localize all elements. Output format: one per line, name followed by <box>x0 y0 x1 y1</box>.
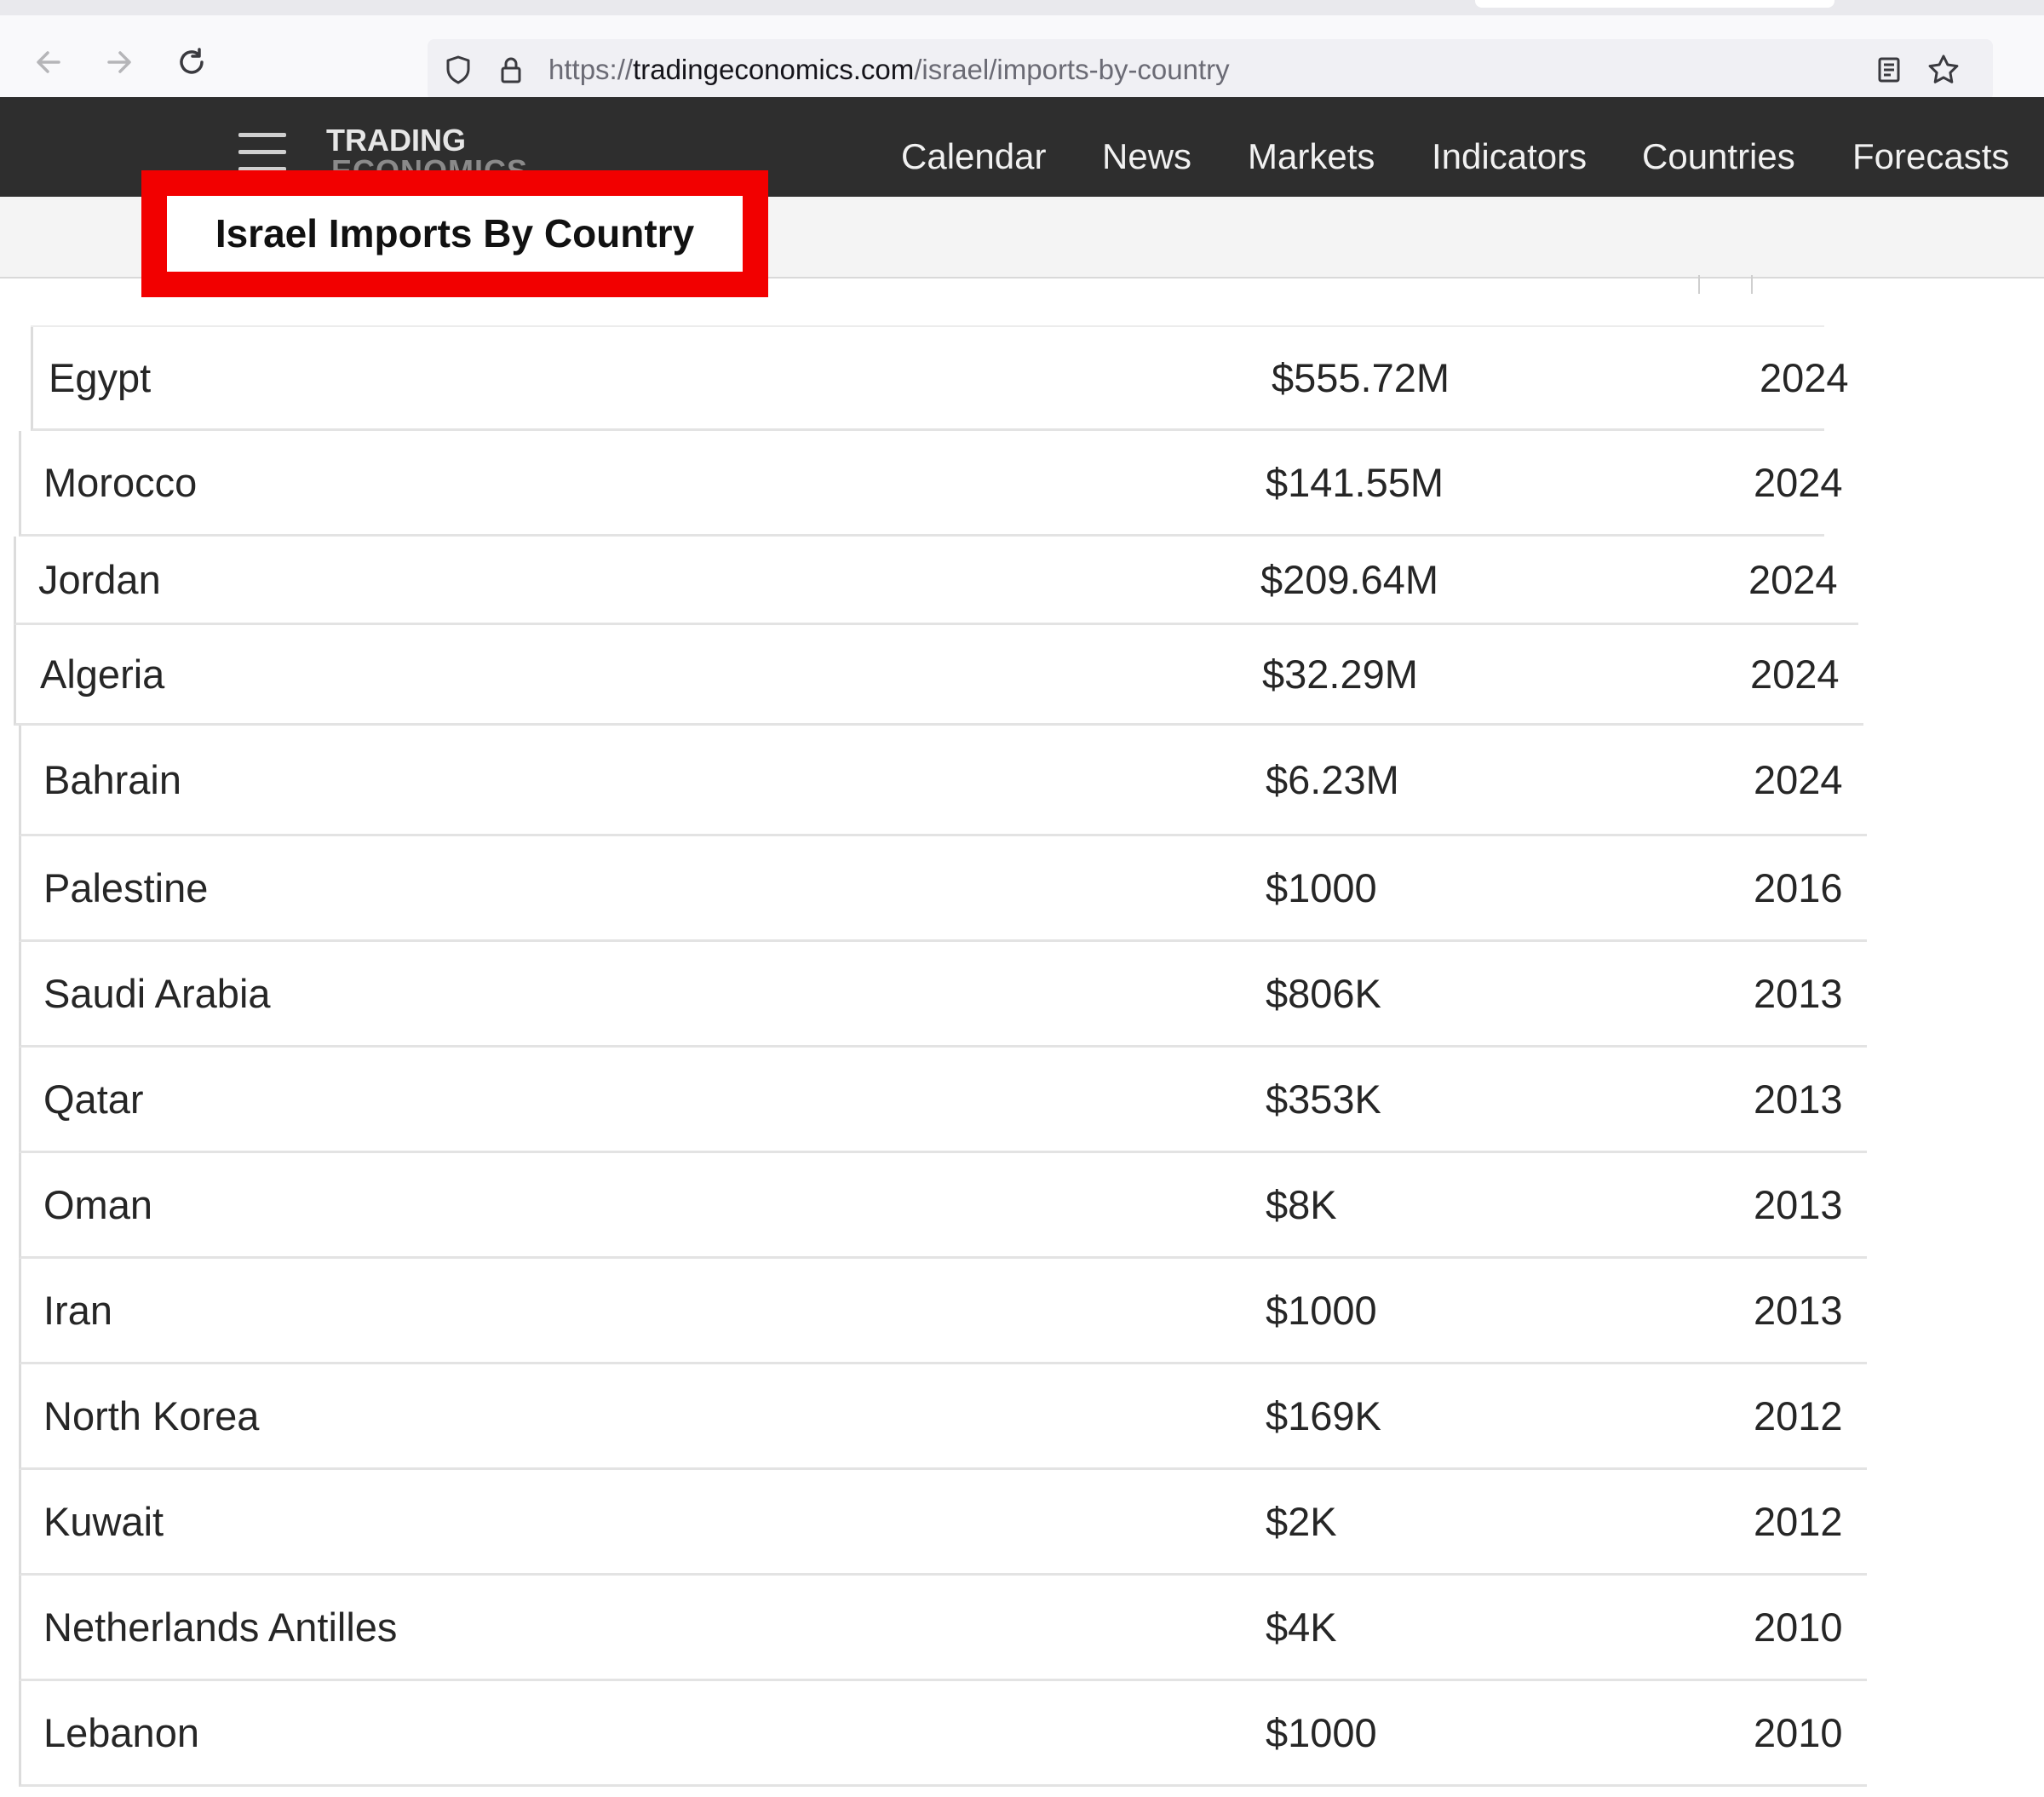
year-cell: 2024 <box>1754 757 1843 802</box>
hamburger-menu-icon[interactable] <box>238 133 286 172</box>
value-cell: $8K <box>1266 1182 1337 1227</box>
year-cell: 2024 <box>1750 652 1840 697</box>
country-cell[interactable]: Lebanon <box>43 1681 199 1784</box>
value-cell: $209.64M <box>1260 557 1439 602</box>
nav-countries[interactable]: Countries <box>1642 97 1795 197</box>
nav-forecasts[interactable]: Forecasts <box>1852 97 2009 197</box>
country-cell[interactable]: Oman <box>43 1153 152 1256</box>
table-row[interactable]: Saudi Arabia $806K 2013 <box>19 942 1867 1048</box>
country-cell[interactable]: Jordan <box>38 537 161 623</box>
table-row[interactable]: Oman $8K 2013 <box>19 1153 1867 1259</box>
value-cell: $1000 <box>1266 865 1377 910</box>
reload-icon[interactable] <box>170 41 213 83</box>
table-row[interactable]: Palestine $1000 2016 <box>19 836 1867 942</box>
year-cell: 2010 <box>1754 1710 1843 1755</box>
value-cell: $353K <box>1266 1076 1381 1122</box>
forward-icon[interactable] <box>98 41 141 83</box>
table-row[interactable]: Jordan $209.64M 2024 <box>14 537 1858 625</box>
table-row[interactable]: Morocco $141.55M 2024 <box>19 431 1843 537</box>
value-cell: $169K <box>1266 1393 1381 1438</box>
browser-toolbar: https://tradingeconomics.com/israel/impo… <box>0 15 2044 100</box>
back-icon[interactable] <box>27 41 70 83</box>
column-divider <box>1698 275 1700 294</box>
country-cell[interactable]: Qatar <box>43 1048 144 1151</box>
tab-strip <box>0 0 2044 15</box>
year-cell: 2024 <box>1748 557 1838 602</box>
nav-news[interactable]: News <box>1102 97 1191 197</box>
year-cell: 2024 <box>1754 460 1843 505</box>
year-cell: 2010 <box>1754 1605 1843 1650</box>
value-cell: $1000 <box>1266 1288 1377 1333</box>
year-cell: 2013 <box>1754 971 1843 1016</box>
reader-view-icon[interactable] <box>1870 51 1908 89</box>
country-cell[interactable]: North Korea <box>43 1364 259 1467</box>
year-cell: 2013 <box>1754 1182 1843 1227</box>
country-cell[interactable]: Morocco <box>43 431 197 534</box>
title-highlight-box: Israel Imports By Country <box>141 170 768 297</box>
year-cell: 2012 <box>1754 1393 1843 1438</box>
nav-indicators[interactable]: Indicators <box>1432 97 1587 197</box>
lock-icon[interactable] <box>492 51 530 89</box>
nav-calendar[interactable]: Calendar <box>901 97 1046 197</box>
table-row[interactable]: Qatar $353K 2013 <box>19 1048 1867 1153</box>
country-cell[interactable]: Netherlands Antilles <box>43 1576 397 1679</box>
year-cell: 2013 <box>1754 1288 1843 1333</box>
table-row[interactable]: Netherlands Antilles $4K 2010 <box>19 1576 1867 1681</box>
nav-markets[interactable]: Markets <box>1248 97 1375 197</box>
column-divider <box>1751 275 1753 294</box>
value-cell: $1000 <box>1266 1710 1377 1755</box>
table-row[interactable]: Egypt $555.72M 2024 <box>31 327 1849 431</box>
country-cell[interactable]: Saudi Arabia <box>43 942 271 1045</box>
value-cell: $32.29M <box>1262 652 1418 697</box>
address-bar[interactable]: https://tradingeconomics.com/israel/impo… <box>428 39 1993 100</box>
table-row[interactable]: Kuwait $2K 2012 <box>19 1470 1867 1576</box>
table-row[interactable]: North Korea $169K 2012 <box>19 1364 1867 1470</box>
url-host: tradingeconomics.com <box>633 54 915 85</box>
bookmark-star-icon[interactable] <box>1925 51 1962 89</box>
country-cell[interactable]: Egypt <box>49 327 151 428</box>
url-text[interactable]: https://tradingeconomics.com/israel/impo… <box>548 39 1230 100</box>
country-cell[interactable]: Kuwait <box>43 1470 164 1573</box>
page-title: Israel Imports By Country <box>215 211 695 255</box>
value-cell: $806K <box>1266 971 1381 1016</box>
shield-icon[interactable] <box>439 51 477 89</box>
table-row[interactable]: Iran $1000 2013 <box>19 1259 1867 1364</box>
year-cell: 2013 <box>1754 1076 1843 1122</box>
value-cell: $2K <box>1266 1499 1337 1544</box>
value-cell: $555.72M <box>1272 355 1450 400</box>
country-cell[interactable]: Iran <box>43 1259 112 1362</box>
value-cell: $4K <box>1266 1605 1337 1650</box>
table-row[interactable]: Bahrain $6.23M 2024 <box>19 726 1867 836</box>
value-cell: $6.23M <box>1266 757 1399 802</box>
year-cell: 2012 <box>1754 1499 1843 1544</box>
active-tab-edge[interactable] <box>1475 0 1834 8</box>
year-cell: 2024 <box>1760 355 1849 400</box>
site-logo[interactable]: TRADING ECONOMICS <box>326 123 582 174</box>
year-cell: 2016 <box>1754 865 1843 910</box>
country-cell[interactable]: Palestine <box>43 836 208 939</box>
country-cell[interactable]: Algeria <box>40 625 164 723</box>
table-row[interactable]: Lebanon $1000 2010 <box>19 1681 1867 1787</box>
country-cell[interactable]: Bahrain <box>43 726 181 834</box>
table-row[interactable]: Algeria $32.29M 2024 <box>14 625 1863 726</box>
value-cell: $141.55M <box>1266 460 1444 505</box>
